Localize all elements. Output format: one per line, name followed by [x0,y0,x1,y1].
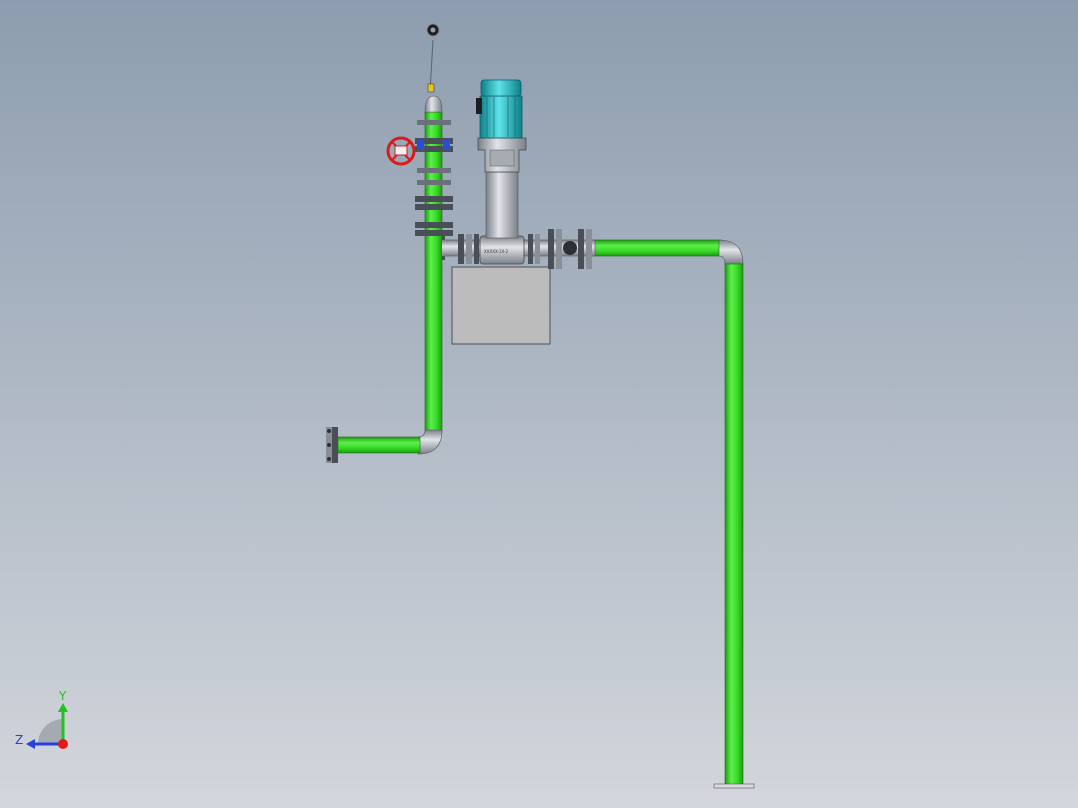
flange-bolt [327,443,331,447]
flange[interactable] [415,196,453,202]
pump-base-plate[interactable] [451,266,551,345]
handwheel-hub [394,145,408,156]
suction-branch-tee[interactable] [442,240,446,256]
pressure-gauge-face [430,27,436,33]
suction-inlet-flange[interactable] [332,427,338,463]
flange[interactable] [548,229,554,269]
flange[interactable] [535,234,540,264]
motor-fan-cover[interactable] [480,79,522,97]
flange[interactable] [415,230,453,236]
z-axis-label: Z [15,733,23,747]
discharge-bottom-flange[interactable] [713,783,755,789]
viewport-background [0,0,1078,808]
flange[interactable] [556,229,562,269]
flange[interactable] [415,222,453,228]
flange[interactable] [417,180,451,185]
pump-column[interactable] [485,171,519,239]
flange[interactable] [578,229,584,269]
flange[interactable] [466,234,472,264]
flange[interactable] [586,229,592,269]
flange[interactable] [458,234,464,264]
suction-pipe-vertical[interactable] [424,111,443,433]
flange[interactable] [417,168,451,173]
y-axis-label: Y [58,689,67,703]
flange[interactable] [474,234,479,264]
motor-body[interactable] [479,95,523,139]
discharge-pipe-vertical[interactable] [724,263,744,786]
pump-nameplate-text: XXXXX-1X-2 [484,249,508,254]
discharge-pipe-horizontal[interactable] [592,239,722,257]
coupling-guard[interactable] [489,149,515,167]
check-valve-ball[interactable] [563,241,577,255]
flange-bolt [327,457,331,461]
cad-viewport[interactable]: XXXXX-1X-2 Y Z [0,0,1078,808]
valve-body-blue[interactable] [417,140,424,150]
flange[interactable] [415,204,453,210]
suction-pipe-horizontal[interactable] [337,436,421,454]
valve-body-blue[interactable] [443,140,450,150]
gauge-isolation-valve[interactable] [427,83,435,93]
flange-bolt [327,429,331,433]
flange[interactable] [417,120,451,125]
piping-model-view[interactable]: XXXXX-1X-2 Y Z [0,0,1078,808]
flange[interactable] [528,234,533,264]
x-axis-origin [58,739,68,749]
motor-terminal-box[interactable] [476,98,482,114]
